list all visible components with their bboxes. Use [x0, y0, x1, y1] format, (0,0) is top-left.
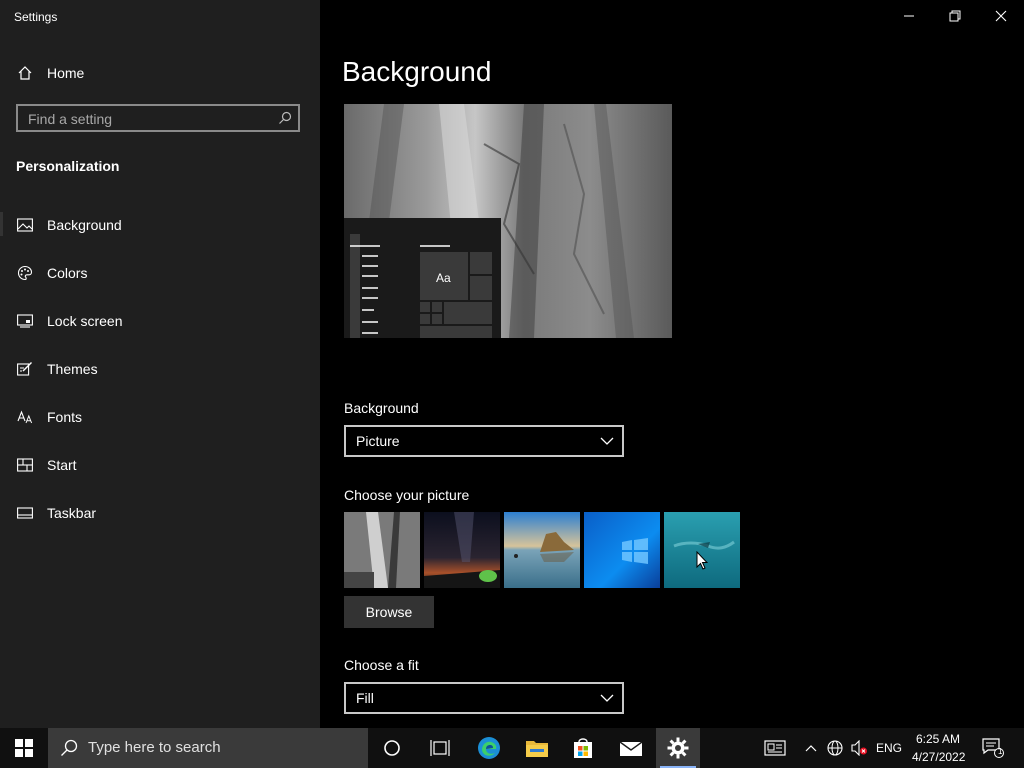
- sidebar-item-label: Taskbar: [47, 505, 97, 521]
- language-indicator[interactable]: ENG: [876, 741, 902, 755]
- search-icon[interactable]: [278, 111, 292, 125]
- restore-icon: [949, 10, 961, 22]
- cortana-icon: [384, 740, 400, 756]
- sidebar-item-label: Lock screen: [47, 313, 123, 329]
- taskbar-search-box[interactable]: Type here to search: [48, 728, 368, 768]
- sidebar-item-fonts[interactable]: Fonts: [0, 397, 320, 437]
- nav-home[interactable]: Home: [0, 53, 320, 93]
- picture-thumbnail-windows[interactable]: [584, 512, 660, 588]
- news-widget-button[interactable]: [760, 728, 790, 768]
- chevron-up-icon: [805, 745, 817, 752]
- action-center-button[interactable]: 1: [978, 728, 1008, 768]
- app-title: Settings: [14, 10, 58, 24]
- cortana-button[interactable]: [370, 728, 414, 768]
- task-view-button[interactable]: [418, 728, 462, 768]
- picture-thumbnail-night-sky[interactable]: [424, 512, 500, 588]
- taskbar-app-file-explorer[interactable]: [514, 728, 560, 768]
- taskbar-app-settings[interactable]: [656, 728, 700, 768]
- mouse-cursor-icon: [696, 551, 708, 570]
- chevron-down-icon: [600, 694, 614, 702]
- taskbar-app-mail[interactable]: [608, 728, 654, 768]
- sidebar-item-start[interactable]: Start: [0, 445, 320, 485]
- sidebar-item-label: Fonts: [47, 409, 83, 425]
- browse-button[interactable]: Browse: [344, 596, 434, 628]
- globe-icon: [827, 740, 843, 756]
- notification-count: 1: [998, 747, 1003, 756]
- sidebar: Settings Home Personalization Background…: [0, 0, 320, 728]
- sidebar-item-label: Themes: [47, 361, 98, 377]
- search-field[interactable]: [16, 104, 300, 132]
- sidebar-item-label: Start: [47, 457, 77, 473]
- picture-thumbnail-rock[interactable]: [344, 512, 420, 588]
- sidebar-item-colors[interactable]: Colors: [0, 253, 320, 293]
- palette-icon: [16, 264, 34, 282]
- start-button[interactable]: [0, 728, 48, 768]
- background-type-value: Picture: [356, 433, 400, 449]
- speaker-muted-icon: [851, 740, 867, 756]
- news-icon: [764, 740, 786, 756]
- background-type-dropdown[interactable]: Picture: [344, 425, 624, 457]
- search-icon: [61, 739, 78, 756]
- sidebar-item-taskbar[interactable]: Taskbar: [0, 493, 320, 533]
- task-view-icon: [430, 740, 450, 756]
- sidebar-item-label: Background: [47, 217, 122, 233]
- nav-home-label: Home: [47, 65, 85, 81]
- background-label: Background: [344, 400, 419, 416]
- home-icon: [16, 64, 34, 82]
- gear-icon: [667, 737, 689, 759]
- sidebar-item-background[interactable]: Background: [0, 205, 320, 245]
- section-heading: Personalization: [16, 158, 120, 174]
- lock-screen-icon: [16, 312, 34, 330]
- edge-icon: [478, 737, 500, 759]
- sidebar-item-themes[interactable]: Themes: [0, 349, 320, 389]
- windows-logo-icon: [15, 739, 33, 757]
- taskbar: Type here to search ENG 6:25 AM 4/27/202…: [0, 728, 1024, 768]
- store-icon: [574, 738, 592, 758]
- minimize-button[interactable]: [886, 0, 932, 32]
- page-title: Background: [342, 56, 492, 87]
- rock-wallpaper-preview: [344, 104, 672, 338]
- choose-fit-label: Choose a fit: [344, 657, 419, 673]
- close-icon: [995, 10, 1007, 22]
- minimize-icon: [904, 15, 914, 17]
- picture-thumbnail-underwater[interactable]: [664, 512, 740, 588]
- choose-picture-label: Choose your picture: [344, 487, 470, 503]
- folder-icon: [526, 741, 548, 757]
- start-icon: [16, 456, 34, 474]
- taskbar-icon: [16, 504, 34, 522]
- chevron-down-icon: [600, 437, 614, 445]
- background-preview: Aa: [344, 104, 672, 338]
- mail-icon: [619, 741, 643, 756]
- volume-button[interactable]: [848, 728, 870, 768]
- picture-icon: [16, 216, 34, 234]
- taskbar-search-placeholder: Type here to search: [88, 739, 221, 756]
- taskbar-app-edge[interactable]: [466, 728, 512, 768]
- fonts-icon: [16, 408, 34, 426]
- close-button[interactable]: [978, 0, 1024, 32]
- choose-fit-dropdown[interactable]: Fill: [344, 682, 624, 714]
- restore-button[interactable]: [932, 0, 978, 32]
- sidebar-item-label: Colors: [47, 265, 88, 281]
- sidebar-item-lock-screen[interactable]: Lock screen: [0, 301, 320, 341]
- choose-fit-value: Fill: [356, 690, 374, 706]
- show-hidden-icons-button[interactable]: [800, 728, 822, 768]
- taskbar-app-store[interactable]: [560, 728, 606, 768]
- themes-icon: [16, 360, 34, 378]
- network-button[interactable]: [824, 728, 846, 768]
- preview-sample-text: Aa: [436, 271, 451, 285]
- clock-date[interactable]: 4/27/2022: [912, 750, 965, 764]
- search-input[interactable]: [18, 106, 280, 132]
- clock-time[interactable]: 6:25 AM: [916, 732, 960, 746]
- picture-thumbnail-beach[interactable]: [504, 512, 580, 588]
